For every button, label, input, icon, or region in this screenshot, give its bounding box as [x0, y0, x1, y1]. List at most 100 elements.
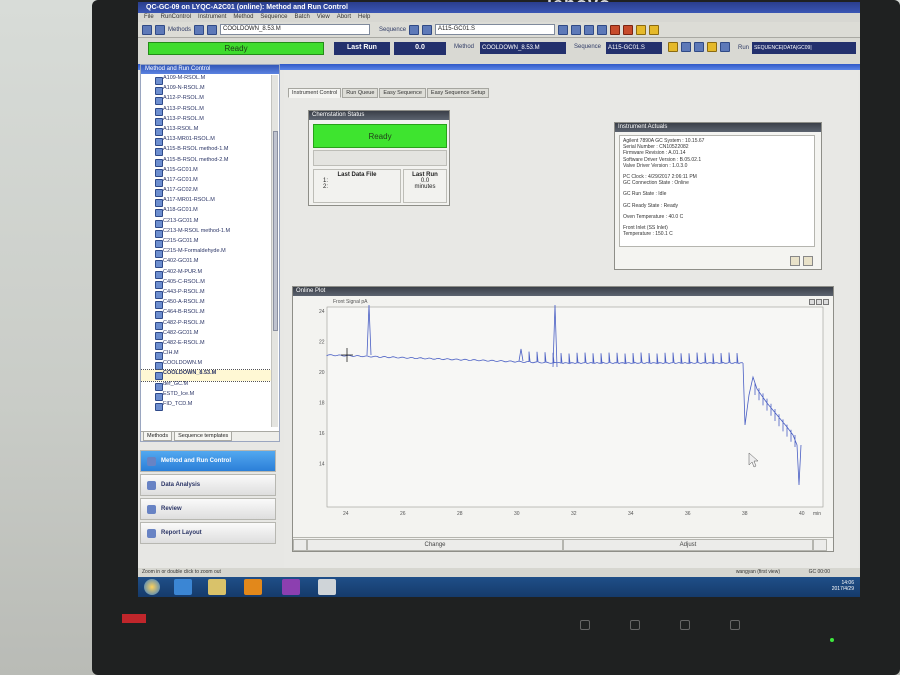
menu-file[interactable]: File [144, 14, 154, 21]
help-icon[interactable] [649, 24, 660, 35]
method-tree-item[interactable]: A109-N-RSOL.M [141, 85, 271, 96]
menu-help[interactable]: Help [358, 14, 370, 21]
method-tree-item[interactable]: C482-P-RSOL.M [141, 320, 271, 330]
method-tree-item[interactable]: A112-P-RSOL.M [141, 95, 271, 106]
start-icon[interactable] [144, 579, 160, 595]
method-tree-item[interactable]: COOLDOWN.M [141, 360, 271, 371]
method-tree-item[interactable]: C443-P-RSOL.M [141, 289, 271, 300]
method-tree-item[interactable]: C482-GC01.M [141, 330, 271, 340]
method-tree-item[interactable]: C213-M-RSOL method-1.M [141, 228, 271, 238]
monitor-down-button[interactable] [680, 620, 690, 630]
tab-methods[interactable]: Methods [143, 432, 173, 441]
nav-method-run-control[interactable]: Method and Run Control [140, 450, 276, 472]
method-tree-item[interactable]: C215-GC01.M [141, 238, 271, 249]
menu-runcontrol[interactable]: RunControl [161, 14, 191, 21]
method-tree-item[interactable]: C464-B-RSOL.M [141, 309, 271, 320]
edit-actuals-icon[interactable] [803, 256, 813, 266]
method-tree-item[interactable]: C215-M-Formaldehyde.M [141, 248, 271, 259]
method-tree-item[interactable]: A113-P-RSOL.M [141, 116, 271, 126]
sequence-table-icon[interactable] [571, 24, 582, 35]
method-tree-item[interactable]: A113-P-RSOL.M [141, 106, 271, 116]
browser-icon[interactable] [174, 579, 192, 595]
monitor-input-button[interactable] [580, 620, 590, 630]
sequence-params-icon[interactable] [558, 24, 569, 35]
change-button[interactable]: Change [307, 538, 563, 551]
lenovo-badge [122, 614, 146, 623]
load-method-icon[interactable] [194, 24, 205, 35]
detector-icon[interactable] [720, 42, 730, 52]
chemstation-taskbar-icon[interactable] [282, 579, 300, 595]
sampler-icon[interactable] [681, 42, 691, 52]
app-taskbar-icon[interactable] [318, 579, 336, 595]
run-sequence-icon[interactable] [584, 24, 595, 35]
method-tree-item[interactable]: def_GC.M [141, 381, 271, 391]
tab-easy-sequence[interactable]: Easy Sequence [379, 88, 426, 98]
pause-icon[interactable] [636, 24, 647, 35]
sequence-combo[interactable]: A115-GC01.S [435, 24, 556, 35]
tree-scrollbar[interactable] [271, 75, 278, 427]
menu-abort[interactable]: Abort [337, 14, 351, 21]
nav-review[interactable]: Review [140, 498, 276, 520]
save-method-icon[interactable] [207, 24, 218, 35]
adjust-button[interactable]: Adjust [563, 538, 813, 551]
media-player-icon[interactable] [244, 579, 262, 595]
method-tree-item[interactable]: A109-M-RSOL.M [141, 75, 271, 86]
load-sequence-icon[interactable] [409, 24, 420, 35]
save-sequence-icon[interactable] [422, 24, 433, 35]
menu-instrument[interactable]: Instrument [198, 14, 226, 21]
nav-data-analysis[interactable]: Data Analysis [140, 474, 276, 496]
tab-run-queue[interactable]: Run Queue [342, 88, 379, 98]
method-tree-item[interactable]: A113-RSOL.M [141, 126, 271, 137]
monitor-menu-button[interactable] [630, 620, 640, 630]
stop-icon[interactable] [610, 24, 621, 35]
method-tree-item[interactable]: C482-E-RSOL.M [141, 340, 271, 351]
menu-batch[interactable]: Batch [294, 14, 309, 21]
method-tree-item[interactable]: C405-C-RSOL.M [141, 279, 271, 289]
run-method-icon[interactable] [597, 24, 608, 35]
method-tree-item[interactable]: A117-MR01-RSOL.M [141, 197, 271, 208]
method-tree-item[interactable]: A117-GC02.M [141, 187, 271, 198]
method-tree-item[interactable]: A117-GC01.M [141, 177, 271, 188]
method-tree-item[interactable]: A113-MR01-RSOL.M [141, 136, 271, 147]
method-tree-item[interactable]: A115-B-RSOL method-2.M [141, 157, 271, 167]
method-tree-item[interactable]: A118-GC01.M [141, 207, 271, 218]
tab-sequence-templates[interactable]: Sequence templates [174, 432, 233, 441]
scroll-right-icon[interactable] [813, 538, 827, 551]
nav-report-layout[interactable]: Report Layout [140, 522, 276, 544]
nav-label: Method and Run Control [161, 458, 231, 464]
method-tree-item[interactable]: A115-B-RSOL method-1.M [141, 146, 271, 157]
data-analysis-icon [147, 481, 156, 490]
y-tick-label: 20 [319, 370, 325, 376]
method-tree-item[interactable]: C402-GC01.M [141, 258, 271, 269]
method-tree-item[interactable]: FID_TCD.M [141, 401, 271, 412]
method-tree-item[interactable]: CIH.M [141, 350, 271, 361]
oven-icon[interactable] [707, 42, 717, 52]
menu-sequence[interactable]: Sequence [260, 14, 287, 21]
open-icon[interactable] [155, 24, 165, 35]
monitor-up-button[interactable] [730, 620, 740, 630]
folder-icon[interactable] [208, 579, 226, 595]
menu-method[interactable]: Method [233, 14, 253, 21]
x-axis-ticks: 24 26 28 30 32 34 36 38 40 min [343, 511, 821, 517]
print-icon[interactable] [790, 256, 800, 266]
instrument-actuals-list: Agilent 7890A GC System : 10.15.67 Serial… [619, 135, 815, 247]
gc-status-icon[interactable] [668, 42, 678, 52]
method-tree: A109-M-RSOL.M A109-N-RSOL.M A112-P-RSOL.M A… [141, 75, 271, 427]
method-tree-item[interactable]: A115-GC01.M [141, 167, 271, 177]
scroll-left-icon[interactable] [293, 538, 307, 551]
new-method-icon[interactable] [142, 24, 152, 35]
method-tree-item[interactable]: C402-M-PUR.M [141, 269, 271, 279]
tab-instrument-control[interactable]: Instrument Control [288, 88, 342, 98]
tab-easy-sequence-setup[interactable]: Easy Sequence Setup [426, 88, 490, 98]
inlet-icon[interactable] [694, 42, 704, 52]
online-plot-chart[interactable]: 24 22 20 18 16 14 24 26 28 30 32 34 36 38 40 min [297, 305, 831, 525]
method-tree-item[interactable]: ESTD_Ice.M [141, 391, 271, 401]
method-combo[interactable]: COOLDOWN_8.53.M [220, 24, 371, 35]
method-tree-item[interactable]: C450-A-RSOL.M [141, 299, 271, 310]
abort-icon[interactable] [623, 24, 634, 35]
method-tree-item[interactable]: COOLDOWN_8.53.M [141, 369, 271, 382]
menu-view[interactable]: View [317, 14, 330, 21]
method-tree-item[interactable]: C213-GC01.M [141, 218, 271, 228]
run-status-value: SEQUENCE|DATA|GC09| [752, 42, 856, 54]
tree-scroll-thumb[interactable] [273, 131, 278, 331]
